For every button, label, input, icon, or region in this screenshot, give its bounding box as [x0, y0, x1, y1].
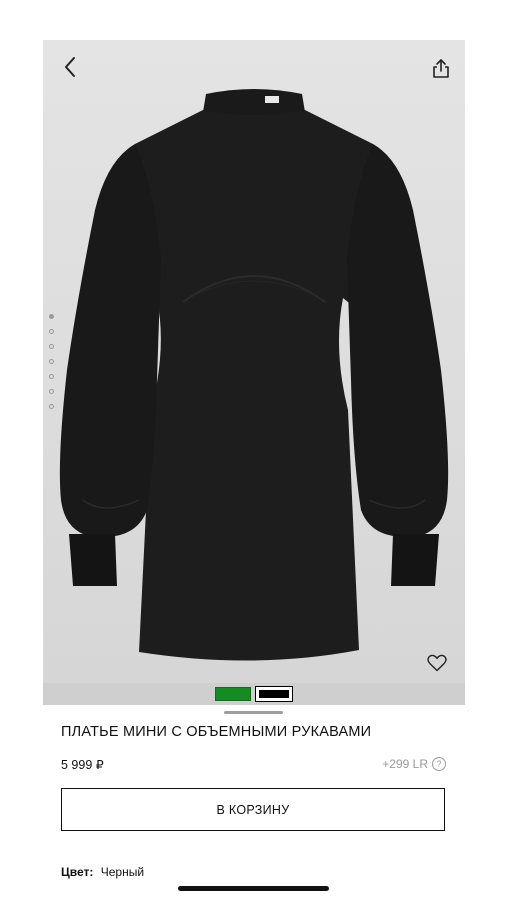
- heart-icon: [427, 654, 447, 672]
- favorite-button[interactable]: [424, 651, 450, 675]
- gallery-dot[interactable]: [49, 329, 54, 334]
- gallery-dot[interactable]: [49, 374, 54, 379]
- gallery-pagination: [49, 314, 57, 409]
- loyalty-bonus-value: +299 LR: [382, 757, 428, 771]
- color-swatch-black[interactable]: [255, 686, 293, 702]
- gallery-dot[interactable]: [49, 359, 54, 364]
- product-price: 5 999 ₽: [61, 758, 104, 772]
- share-icon: [433, 59, 449, 78]
- product-screen: ПЛАТЬЕ МИНИ С ОБЪЕМНЫМИ РУКАВАМИ 5 999 ₽…: [0, 0, 507, 900]
- color-label: Цвет:: [61, 865, 94, 879]
- share-button[interactable]: [427, 54, 455, 82]
- sheet-handle[interactable]: [224, 711, 283, 714]
- gallery-dot[interactable]: [49, 344, 54, 349]
- color-info: Цвет: Черный: [61, 865, 144, 879]
- gallery-dot[interactable]: [49, 404, 54, 409]
- back-button[interactable]: [57, 54, 83, 80]
- color-swatch-bar: [43, 683, 465, 705]
- color-swatch-green[interactable]: [215, 687, 251, 701]
- color-value: Черный: [100, 865, 145, 879]
- gallery-dot[interactable]: [49, 314, 54, 319]
- add-to-cart-button[interactable]: В КОРЗИНУ: [61, 788, 445, 831]
- gallery-dot[interactable]: [49, 389, 54, 394]
- help-icon[interactable]: ?: [432, 757, 446, 771]
- product-title: ПЛАТЬЕ МИНИ С ОБЪЕМНЫМИ РУКАВАМИ: [61, 724, 372, 740]
- chevron-left-icon: [65, 57, 75, 77]
- home-indicator: [178, 886, 329, 891]
- loyalty-bonus: +299 LR ?: [382, 757, 446, 771]
- product-image: [59, 89, 449, 661]
- product-image-gallery[interactable]: [43, 40, 465, 683]
